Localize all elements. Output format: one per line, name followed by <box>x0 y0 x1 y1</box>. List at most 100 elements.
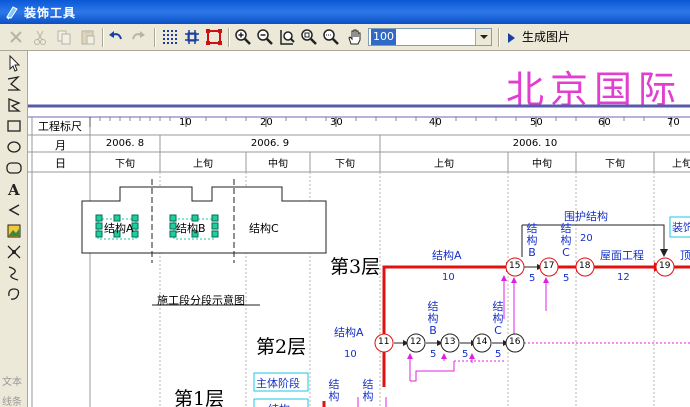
curve-icon[interactable] <box>4 263 24 283</box>
rectangle-icon[interactable] <box>4 116 24 136</box>
node-12[interactable]: 12 <box>410 337 421 347</box>
node-11[interactable]: 11 <box>378 337 389 347</box>
fit-page-icon[interactable] <box>277 27 297 47</box>
copy-icon[interactable] <box>54 27 74 47</box>
f1-partial-label: 结构 <box>268 401 290 407</box>
chevron-down-icon[interactable] <box>475 29 491 45</box>
period-7: 下旬 <box>605 159 625 170</box>
delete-icon[interactable] <box>6 27 26 47</box>
scale-tick-40: 40 <box>429 117 442 128</box>
period-1: 下旬 <box>115 159 135 170</box>
segment-a-label: 结构A <box>104 222 134 235</box>
scale-header-label: 工程标尺 <box>38 120 82 133</box>
segment-schematic <box>81 179 327 306</box>
period-4: 下旬 <box>335 159 355 170</box>
drawing-toolbar: A 文本 线条 <box>0 51 28 407</box>
segment-c-label: 结构C <box>249 222 279 235</box>
f3-task-b-label: 结构B <box>526 222 538 259</box>
day-row-label: 日 <box>55 157 66 170</box>
snap-icon[interactable] <box>182 27 202 47</box>
text-label: 文本 <box>2 377 22 388</box>
cut-icon[interactable] <box>30 27 50 47</box>
polygon-icon[interactable] <box>4 95 24 115</box>
scale-tick-50: 50 <box>530 117 543 128</box>
period-8: 上旬 <box>672 159 690 170</box>
arrow-right-icon <box>508 33 515 43</box>
svg-text:A: A <box>7 181 20 199</box>
node-15[interactable]: 15 <box>509 261 520 271</box>
roof-partial-label: 顶 <box>680 249 690 262</box>
roof-label: 屋面工程 <box>600 249 644 262</box>
grid-icon[interactable] <box>160 27 180 47</box>
f3-task-c-duration: 5 <box>563 273 570 284</box>
polyline-icon[interactable] <box>4 74 24 94</box>
window-title: 装饰工具 <box>24 6 77 20</box>
scale-tick-30: 30 <box>330 117 343 128</box>
period-2: 上旬 <box>193 159 213 170</box>
zoom-value: 100 <box>371 29 396 45</box>
node-14[interactable]: 14 <box>476 337 487 347</box>
redo-icon[interactable] <box>128 27 148 47</box>
f2-task-a-label: 结构A <box>334 326 364 339</box>
roof-duration: 12 <box>617 272 630 283</box>
scale-tick-60: 60 <box>598 117 611 128</box>
month-row-label: 月 <box>55 139 66 152</box>
undo-icon[interactable] <box>106 27 126 47</box>
node-17[interactable]: 17 <box>543 261 554 271</box>
segment-b-label: 结构B <box>176 222 206 235</box>
generate-image-label: 生成图片 <box>522 30 571 44</box>
rounded-rect-icon[interactable] <box>4 158 24 178</box>
f2-task-c-label: 结构C <box>492 300 504 337</box>
pan-hand-icon[interactable] <box>345 27 365 47</box>
paste-icon[interactable] <box>78 27 98 47</box>
scale-tick-10: 10 <box>179 117 192 128</box>
node-18[interactable]: 18 <box>579 261 590 271</box>
f3-task-a-duration: 10 <box>442 272 455 283</box>
generate-image-button[interactable]: 生成图片 <box>506 28 570 47</box>
node-19[interactable]: 19 <box>659 261 670 271</box>
text-tool-icon[interactable]: A <box>4 179 24 199</box>
f2-task-b-duration: 5 <box>430 349 437 360</box>
main-stage-label: 主体阶段 <box>256 377 300 390</box>
title-bar: 装饰工具 <box>0 0 690 24</box>
zoom-select[interactable]: 100 <box>368 28 492 46</box>
f2-task-c-duration: 5 <box>495 349 502 360</box>
enclosure-label: 围护结构 <box>564 210 608 223</box>
zoom-window-icon[interactable] <box>321 27 341 47</box>
arrow-tool-icon[interactable] <box>4 200 24 220</box>
app-icon <box>6 6 18 20</box>
drawing-canvas[interactable]: 北京国际 工程标尺 月 日 10 20 30 40 50 60 70 2006.… <box>28 51 690 407</box>
line-label: 线条 <box>2 397 22 407</box>
f2-task-a-duration: 10 <box>344 349 357 360</box>
zoom-in-icon[interactable] <box>233 27 253 47</box>
main-toolbar: 100 生成图片 <box>0 24 690 51</box>
period-6: 中旬 <box>532 159 552 170</box>
f3-task-c-label: 结构C <box>560 222 572 259</box>
scale-tick-20: 20 <box>260 117 273 128</box>
period-3: 中旬 <box>268 159 288 170</box>
segment-caption: 施工段分段示意图 <box>157 294 245 307</box>
floor3-label: 第3层 <box>330 256 381 278</box>
image-tool-icon[interactable] <box>4 221 24 241</box>
f2-task-b-label: 结构B <box>427 300 439 337</box>
connector-icon[interactable] <box>4 242 24 262</box>
f1-task-1-label: 结构 <box>328 378 340 403</box>
floor2-label: 第2层 <box>256 336 307 358</box>
zoom-actual-icon[interactable] <box>299 27 319 47</box>
enclosure-duration: 20 <box>580 233 593 244</box>
f1-task-2-label: 结构 <box>362 378 374 403</box>
scale-tick-70: 70 <box>667 117 680 128</box>
f2-mid-duration: 5 <box>462 349 469 360</box>
period-5: 上旬 <box>434 159 454 170</box>
select-frame-icon[interactable] <box>204 27 224 47</box>
node-13[interactable]: 13 <box>444 337 455 347</box>
pointer-icon[interactable] <box>4 53 24 73</box>
freehand-icon[interactable] <box>4 284 24 304</box>
zoom-out-icon[interactable] <box>255 27 275 47</box>
node-16[interactable]: 16 <box>509 337 520 347</box>
f3-task-a-label: 结构A <box>432 249 462 262</box>
decoration-partial-label: 装饰 <box>672 221 690 234</box>
month-aug: 2006. 8 <box>105 138 145 149</box>
ellipse-icon[interactable] <box>4 137 24 157</box>
f3-task-b-duration: 5 <box>529 273 536 284</box>
